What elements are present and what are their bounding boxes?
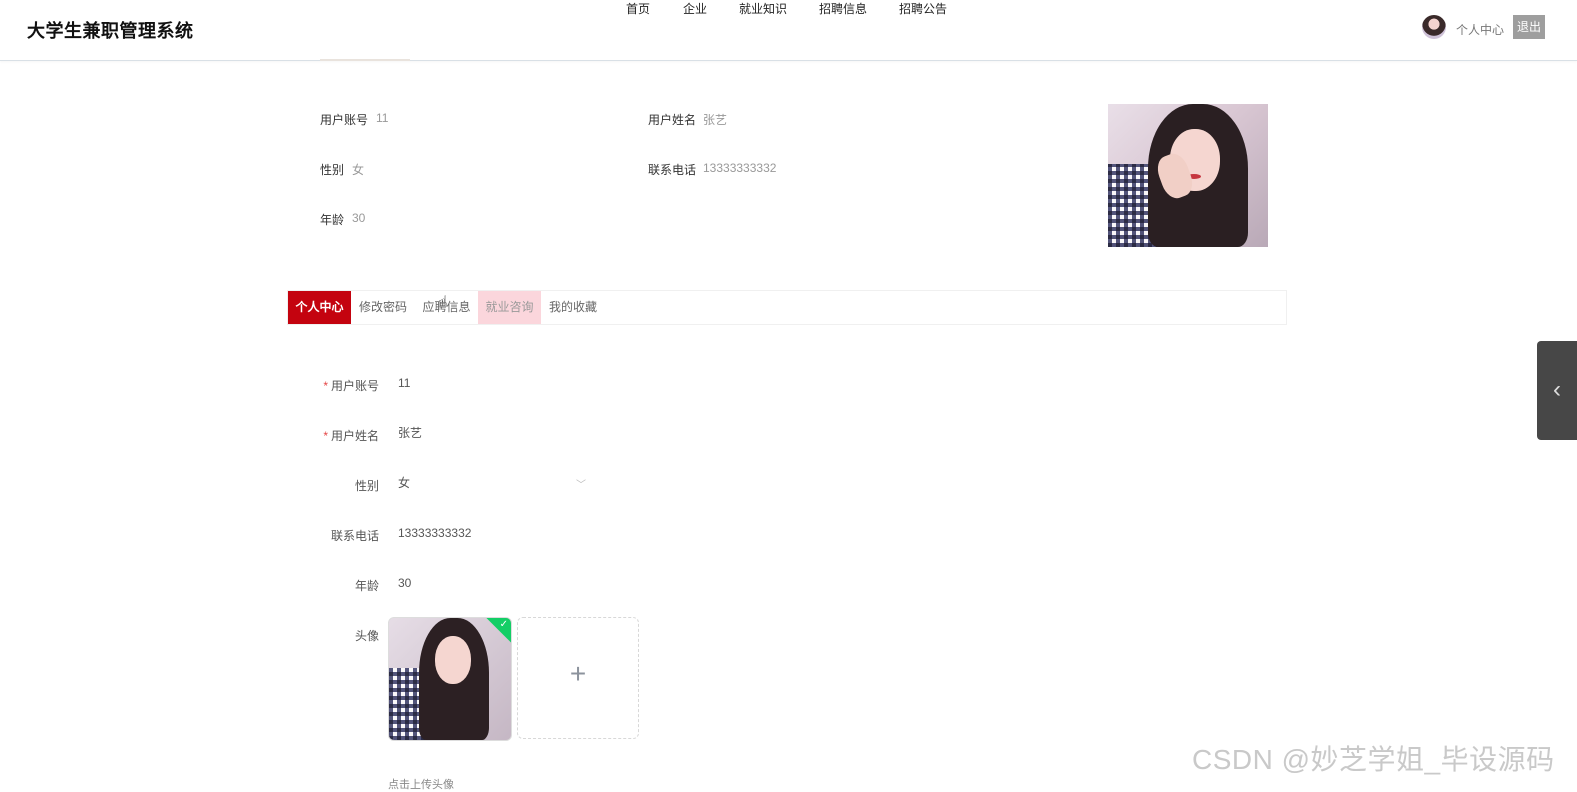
- user-avatar[interactable]: [1422, 15, 1446, 39]
- upload-tip: 点击上传头像: [388, 779, 454, 791]
- age-input[interactable]: 30: [390, 568, 590, 598]
- form-gender-label: 性别: [354, 479, 379, 493]
- side-drawer-toggle[interactable]: ‹: [1537, 341, 1577, 440]
- logout-button[interactable]: 退出: [1513, 15, 1545, 39]
- profile-account-label: 用户账号: [320, 113, 369, 127]
- user-center-link[interactable]: 个人中心: [1456, 21, 1504, 38]
- check-icon: ✓: [499, 619, 508, 630]
- nav-job-info[interactable]: 招聘信息: [819, 0, 867, 17]
- avatar-thumbnail[interactable]: ✓: [388, 617, 512, 741]
- nav-home[interactable]: 首页: [626, 0, 650, 17]
- chevron-down-icon: ﹀: [576, 480, 586, 491]
- profile-account-value: 11: [376, 111, 389, 125]
- gender-select[interactable]: 女: [390, 468, 590, 498]
- phone-input[interactable]: 13333333332: [390, 518, 590, 548]
- profile-photo: [1108, 104, 1268, 247]
- nav-job-announcement[interactable]: 招聘公告: [899, 0, 947, 17]
- profile-phone-label: 联系电话: [648, 163, 697, 177]
- plus-icon: +: [569, 658, 587, 689]
- tab-employment-consult[interactable]: 就业咨询: [478, 291, 541, 324]
- nav-employment-knowledge[interactable]: 就业知识: [739, 0, 787, 17]
- chevron-left-icon: ‹: [1553, 376, 1561, 403]
- tab-user-center[interactable]: 个人中心: [288, 291, 351, 324]
- profile-age-value: 30: [352, 211, 366, 225]
- name-input[interactable]: 张艺: [390, 418, 590, 448]
- profile-name-value: 张艺: [703, 113, 728, 127]
- profile-gender-label: 性别: [320, 163, 345, 177]
- tab-change-password[interactable]: 修改密码: [351, 291, 415, 324]
- profile-gender-value: 女: [352, 163, 365, 177]
- form-avatar-label: 头像: [354, 629, 379, 643]
- avatar-upload-button[interactable]: +: [517, 617, 639, 739]
- thumb-face: [435, 636, 471, 684]
- account-input[interactable]: 11: [390, 368, 590, 398]
- form-name-label: * 用户姓名: [323, 429, 379, 443]
- profile-name-label: 用户姓名: [648, 113, 697, 127]
- profile-phone-value: 13333333332: [703, 161, 777, 175]
- nav-underline: [320, 59, 410, 61]
- profile-tabs: 个人中心 修改密码 应聘信息 就业咨询 我的收藏: [287, 290, 1287, 325]
- site-brand[interactable]: 大学生兼职管理系统: [27, 17, 194, 43]
- top-header: 大学生兼职管理系统 首页 企业 就业知识 招聘信息 招聘公告 个人中心 退出: [0, 0, 1577, 61]
- pointer-cursor-icon: ☝: [438, 294, 448, 311]
- nav-company[interactable]: 企业: [683, 0, 707, 17]
- form-phone-label: 联系电话: [330, 529, 379, 543]
- profile-age-label: 年龄: [320, 213, 345, 227]
- form-age-label: 年龄: [354, 579, 379, 593]
- watermark: CSDN @妙芝学姐_毕设源码: [1192, 744, 1555, 775]
- tab-my-favorites[interactable]: 我的收藏: [541, 291, 605, 324]
- form-account-label: * 用户账号: [323, 379, 379, 393]
